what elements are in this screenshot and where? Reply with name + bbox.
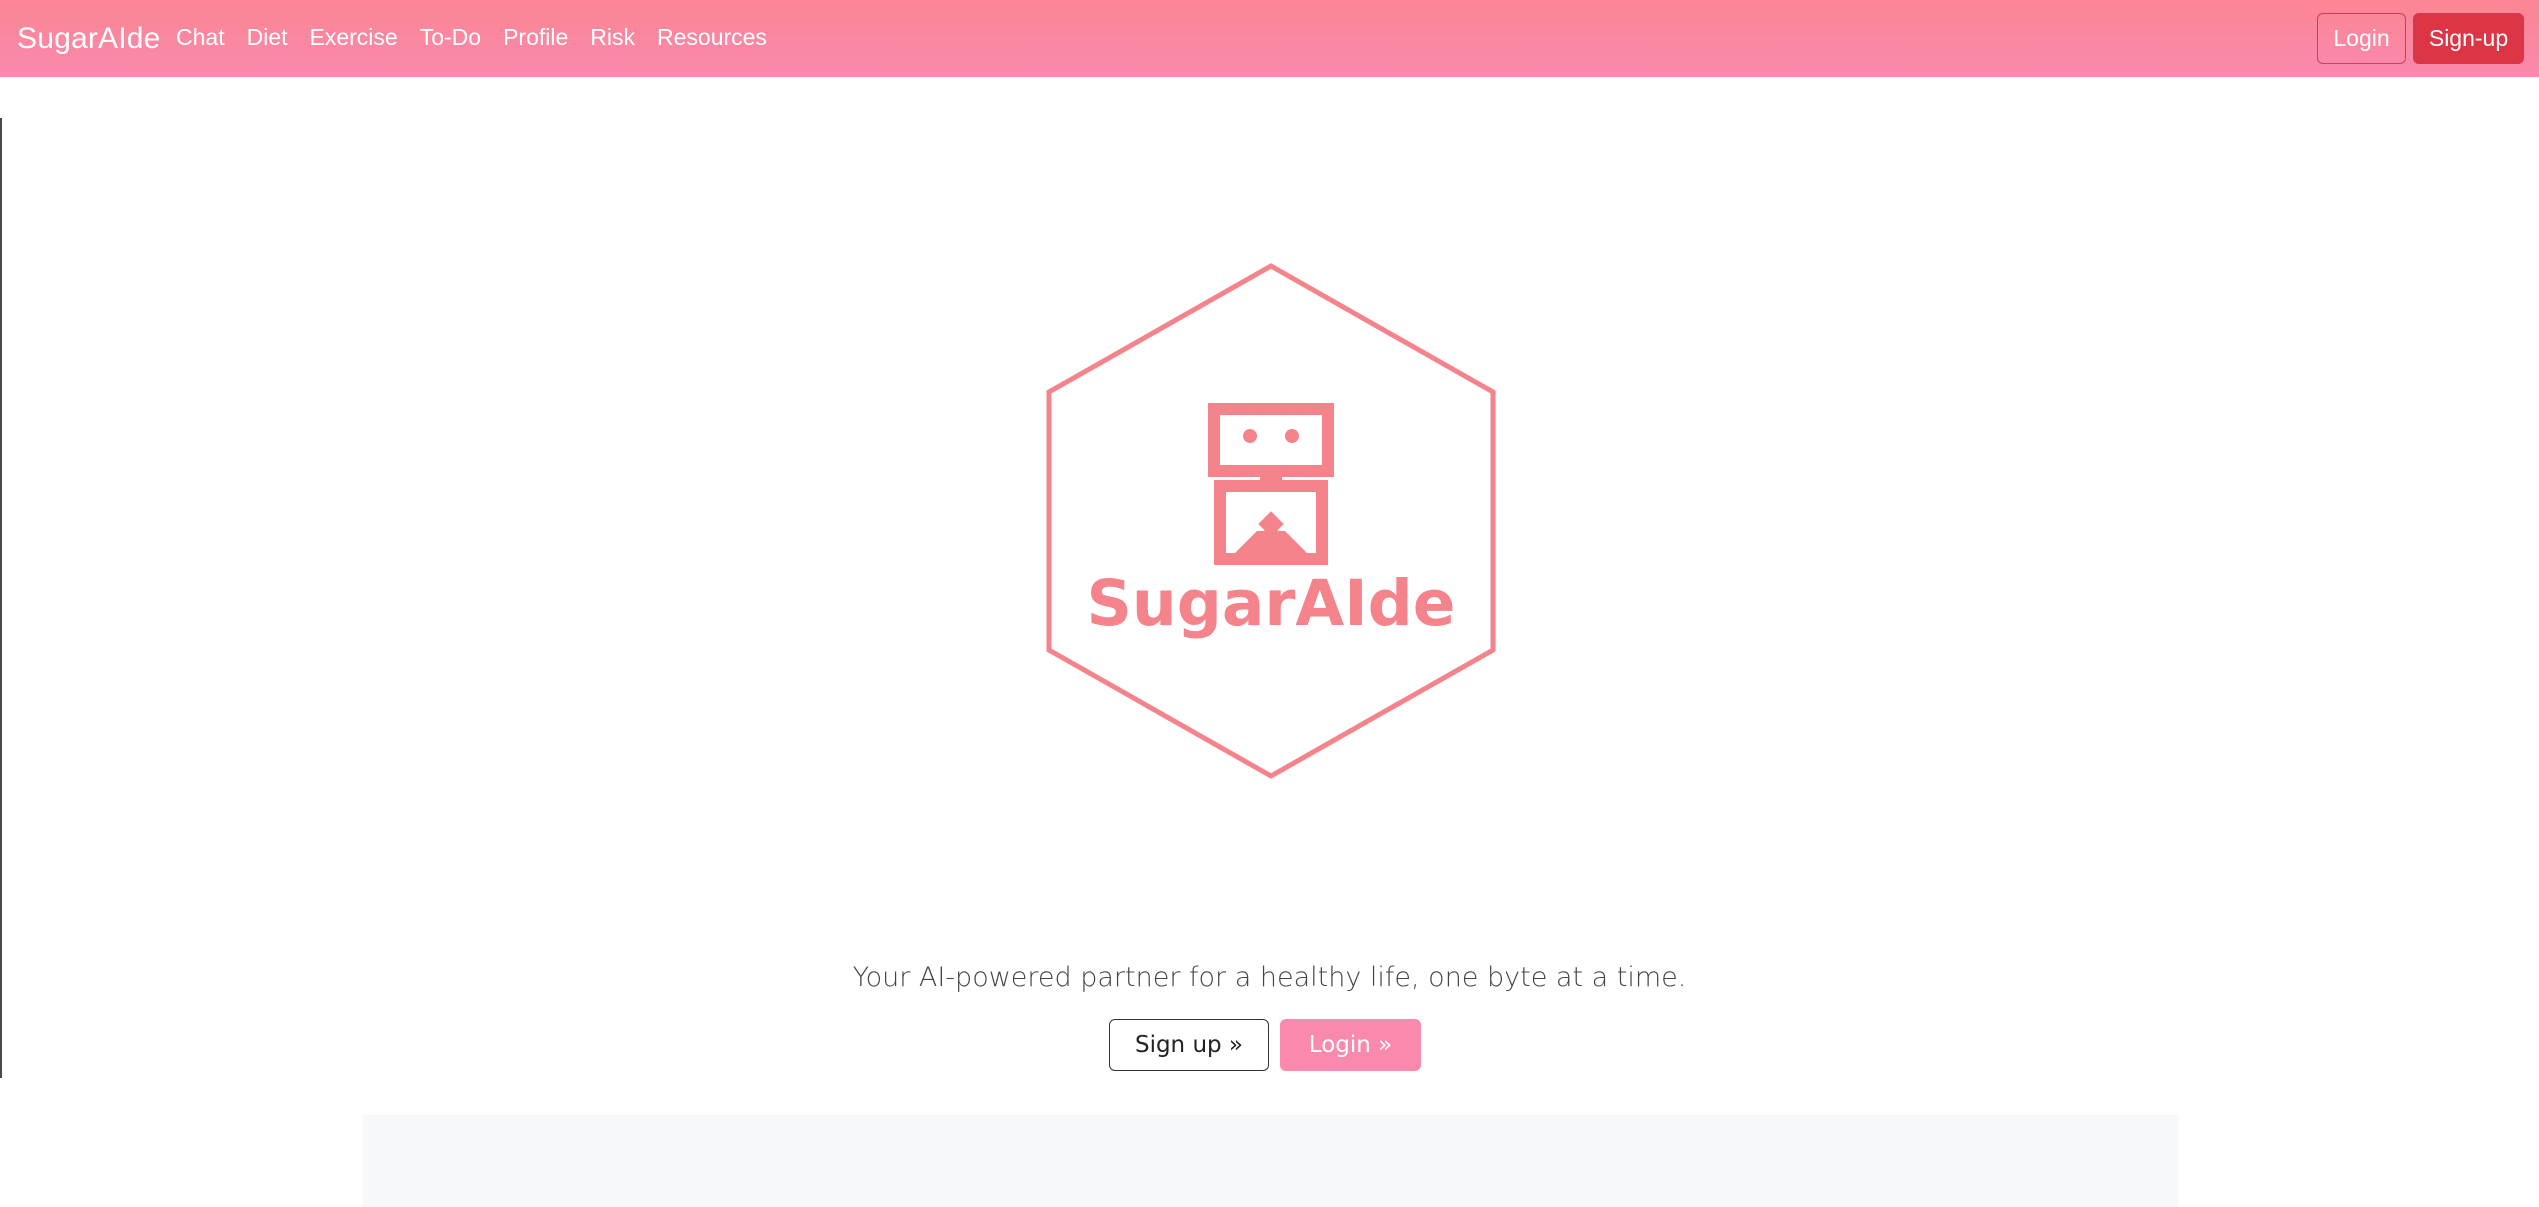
- signup-cta-button[interactable]: Sign up »: [1109, 1019, 1269, 1071]
- nav-link-chat[interactable]: Chat: [176, 24, 225, 51]
- robot-hexagon-icon: SugarAIde: [1046, 263, 1496, 779]
- nav-link-resources[interactable]: Resources: [657, 24, 767, 51]
- nav-signup-button[interactable]: Sign-up: [2413, 13, 2524, 64]
- logo-wordmark: SugarAIde: [1087, 567, 1456, 640]
- nav-auth-buttons: Login Sign-up: [2317, 13, 2524, 64]
- nav-link-diet[interactable]: Diet: [247, 24, 288, 51]
- nav-link-risk[interactable]: Risk: [590, 24, 635, 51]
- robot-head: [1208, 403, 1334, 477]
- robot-eye-left: [1243, 429, 1257, 443]
- nav-link-profile[interactable]: Profile: [503, 24, 568, 51]
- top-navbar: SugarAIde Chat Diet Exercise To-Do Profi…: [0, 0, 2539, 77]
- nav-links: Chat Diet Exercise To-Do Profile Risk Re…: [176, 24, 789, 51]
- nav-link-todo[interactable]: To-Do: [420, 24, 481, 51]
- left-edge-divider: [0, 118, 2, 1078]
- nav-login-button[interactable]: Login: [2317, 13, 2406, 64]
- features-panel: [363, 1115, 2179, 1207]
- nav-link-exercise[interactable]: Exercise: [310, 24, 398, 51]
- robot-eye-right: [1285, 429, 1299, 443]
- hero-cta-row: Sign up » Login »: [1109, 1019, 1421, 1071]
- hero-tagline: Your AI-powered partner for a healthy li…: [852, 962, 1687, 993]
- login-cta-button[interactable]: Login »: [1280, 1019, 1421, 1071]
- brand-link[interactable]: SugarAIde: [17, 22, 161, 56]
